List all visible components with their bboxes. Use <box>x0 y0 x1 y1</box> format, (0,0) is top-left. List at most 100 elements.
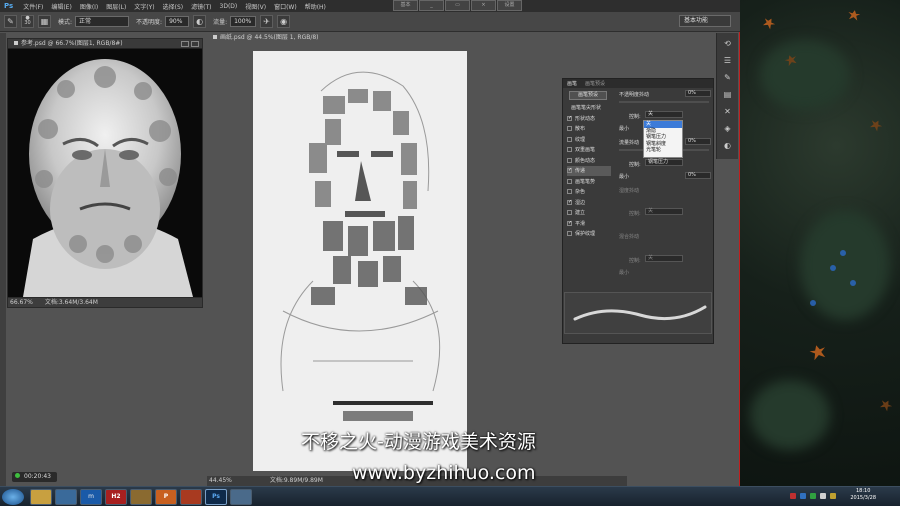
brush-setting-checkbox[interactable] <box>567 126 572 132</box>
menu-type[interactable]: 文字(Y) <box>130 2 158 11</box>
history-icon[interactable]: ⟲ <box>721 38 735 50</box>
properties-icon[interactable]: ☰ <box>721 55 735 67</box>
taskbar-photoshop-icon[interactable]: Ps <box>205 488 227 505</box>
layers-icon[interactable]: ◈ <box>721 123 735 135</box>
workspace-basic-button[interactable]: 基本 <box>393 0 418 11</box>
taskbar-app-icon[interactable] <box>55 488 77 505</box>
workspace-select[interactable]: 基本功能 <box>679 15 731 27</box>
taskbar-maxthon-icon[interactable]: m <box>80 488 102 505</box>
pressure-opacity-icon[interactable]: ◐ <box>193 15 207 28</box>
brush-setting-item[interactable]: 散布 <box>567 124 611 135</box>
taskbar-explorer-icon[interactable] <box>30 488 52 505</box>
brush-setting-checkbox[interactable] <box>567 231 572 237</box>
leaf-decoration <box>878 398 893 413</box>
control-dropdown-menu: 关 渐隐 钢笔压力 钢笔斜度 光笔轮 <box>643 120 683 158</box>
brush-setting-item[interactable]: ✓ 传递 <box>567 165 611 176</box>
menu-image[interactable]: 图像(I) <box>76 2 102 11</box>
watermark-url: www.byzhihuo.com <box>352 462 536 484</box>
brush-presets-icon[interactable]: ▤ <box>721 89 735 101</box>
airbrush-icon[interactable]: ✈ <box>260 15 274 28</box>
brush-setting-checkbox[interactable]: ✓ <box>567 115 572 121</box>
brush-setting-item[interactable]: 保护纹理 <box>567 229 611 240</box>
tray-icon[interactable] <box>800 493 806 499</box>
taskbar-app-icon[interactable] <box>230 488 252 505</box>
brush-setting-checkbox[interactable] <box>567 210 572 216</box>
brush-setting-item[interactable]: ✓ 湿边 <box>567 197 611 208</box>
control2-select[interactable]: 钢笔压力 <box>645 159 683 166</box>
menu-select[interactable]: 选择(S) <box>159 2 188 11</box>
tray-icon[interactable] <box>820 493 826 499</box>
brush-presets-button[interactable]: 画笔预设 <box>569 91 607 100</box>
tray-icon[interactable] <box>810 493 816 499</box>
brush-icon[interactable]: ✎ <box>721 72 735 84</box>
menu-help[interactable]: 帮助(H) <box>301 2 330 11</box>
tab-brush-presets[interactable]: 画笔预设 <box>581 80 609 87</box>
brush-setting-item[interactable]: 建立 <box>567 208 611 219</box>
main-document-tab[interactable]: 画纸.psd @ 44.5%(图层 1, RGB/8) <box>207 33 347 43</box>
menu-layer[interactable]: 图层(L) <box>102 2 130 11</box>
menu-filter[interactable]: 滤镜(T) <box>187 2 215 11</box>
taskbar-app-icon[interactable] <box>180 488 202 505</box>
opacity-jitter-value[interactable]: 0% <box>685 90 711 97</box>
dropdown-option-pen-pressure[interactable]: 钢笔压力 <box>644 134 682 141</box>
settings-button[interactable]: 设置 <box>497 0 522 11</box>
brush-setting-item[interactable]: 画笔笔势 <box>567 176 611 187</box>
brush-setting-checkbox[interactable] <box>567 157 572 163</box>
menu-3d[interactable]: 3D(D) <box>216 3 242 10</box>
brush-tip-shape-item[interactable]: 画笔笔尖形状 <box>571 104 601 111</box>
brush-setting-checkbox[interactable] <box>567 189 572 195</box>
brush-setting-checkbox[interactable]: ✓ <box>567 168 572 174</box>
flow-field[interactable]: 100% <box>230 16 257 27</box>
brush-setting-item[interactable]: 颜色动态 <box>567 155 611 166</box>
tray-icon[interactable] <box>830 493 836 499</box>
menu-window[interactable]: 窗口(W) <box>270 2 301 11</box>
brush-setting-item[interactable]: 纹理 <box>567 134 611 145</box>
brush-setting-checkbox[interactable] <box>567 178 572 184</box>
brush-setting-label: 形状动态 <box>575 115 596 122</box>
menu-file[interactable]: 文件(F) <box>19 2 47 11</box>
taskbar-h2-icon[interactable]: H2 <box>105 488 127 505</box>
adjustments-icon[interactable]: ◐ <box>721 140 735 152</box>
opacity-field[interactable]: 90% <box>165 16 190 27</box>
tools-icon[interactable]: ✕ <box>721 106 735 118</box>
drawing-canvas[interactable] <box>253 51 467 471</box>
tray-icon[interactable] <box>790 493 796 499</box>
brush-size-picker[interactable]: ● 30 <box>21 15 34 28</box>
start-button-icon[interactable] <box>2 488 24 505</box>
main-zoom[interactable]: 44.45% <box>209 477 232 484</box>
tab-brush[interactable]: 画笔 <box>563 80 581 87</box>
pressure-size-icon[interactable]: ◉ <box>277 15 291 28</box>
brush-setting-item[interactable]: ✓ 形状动态 <box>567 113 611 124</box>
dropdown-option-stylus-wheel[interactable]: 光笔轮 <box>644 147 682 154</box>
taskbar-app-icon[interactable] <box>130 488 152 505</box>
brush-setting-checkbox[interactable]: ✓ <box>567 199 572 205</box>
brush-setting-item[interactable]: 杂色 <box>567 187 611 198</box>
flow-jitter-value[interactable]: 0% <box>685 138 711 145</box>
ps-logo: Ps <box>4 2 14 10</box>
taskbar-powerpoint-icon[interactable]: P <box>155 488 177 505</box>
opacity-jitter-slider[interactable] <box>619 101 709 103</box>
brush-setting-checkbox[interactable]: ✓ <box>567 220 572 226</box>
minimize-button[interactable]: _ <box>419 0 444 11</box>
mode-select[interactable]: 正常 <box>75 16 130 27</box>
dropdown-option-off[interactable]: 关 <box>644 121 682 128</box>
brush-setting-item[interactable]: 双重画笔 <box>567 145 611 156</box>
brush-tool-icon[interactable]: ✎ <box>4 15 17 28</box>
system-clock[interactable]: 18:10 2015/3/28 <box>850 488 876 502</box>
restore-button[interactable]: ▭ <box>445 0 470 11</box>
menu-edit[interactable]: 编辑(E) <box>47 2 75 11</box>
control-select[interactable]: 关 <box>645 111 683 118</box>
options-bar: ✎ ● 30 ▦ 模式: 正常 不透明度: 90% ◐ 流量: 100% ✈ ◉ <box>0 12 740 32</box>
brush-setting-checkbox[interactable] <box>567 136 572 142</box>
brush-setting-checkbox[interactable] <box>567 147 572 153</box>
reference-document-tab[interactable]: 参考.psd @ 66.7%(图层1, RGB/8#) <box>8 39 202 49</box>
control4-select[interactable]: 关 <box>645 255 683 262</box>
min2-value[interactable]: 0% <box>685 172 711 179</box>
control3-select[interactable]: 关 <box>645 208 683 215</box>
menu-view[interactable]: 视图(V) <box>241 2 270 11</box>
brush-panel-toggle-icon[interactable]: ▦ <box>38 15 51 28</box>
close-button[interactable]: × <box>471 0 496 11</box>
brush-setting-item[interactable]: ✓ 平滑 <box>567 218 611 229</box>
reference-zoom[interactable]: 66.67% <box>10 299 33 306</box>
min2-label: 最小 <box>619 174 630 180</box>
